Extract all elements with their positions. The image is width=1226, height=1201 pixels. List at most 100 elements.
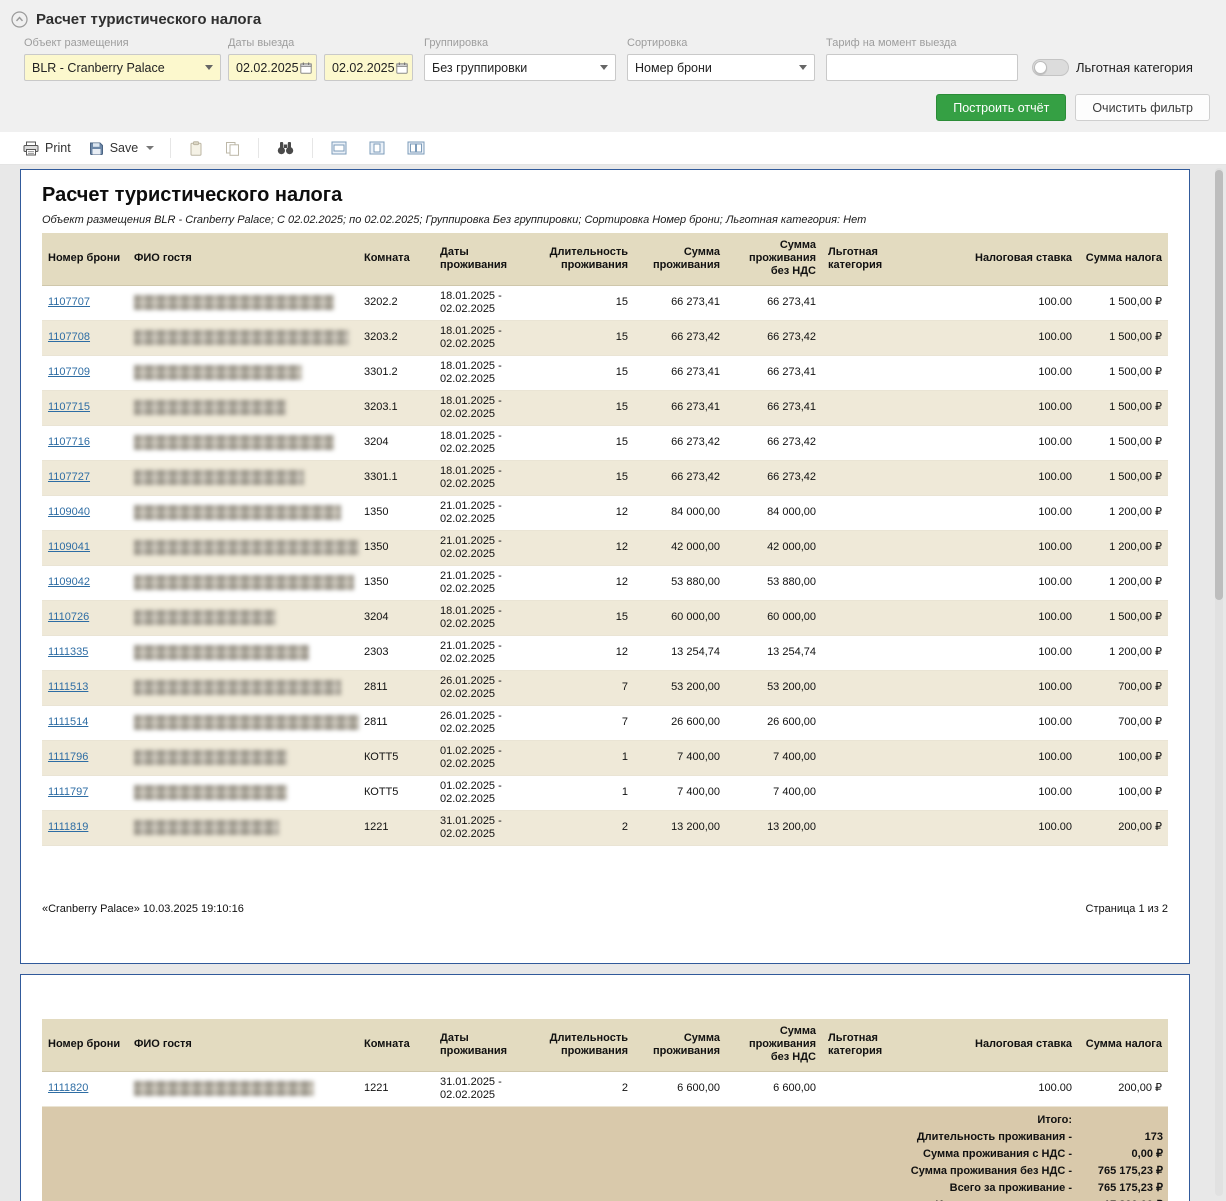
booking-link[interactable]: 1107715 bbox=[48, 401, 90, 413]
date-from-value: 02.02.2025 bbox=[236, 61, 300, 75]
booking-link[interactable]: 1107707 bbox=[48, 296, 90, 308]
guest-cell bbox=[128, 495, 358, 530]
guest-cell bbox=[128, 810, 358, 845]
benefit-category-toggle[interactable] bbox=[1032, 59, 1069, 76]
dates-cell: 31.01.2025 -02.02.2025 bbox=[434, 1071, 530, 1106]
booking-cell: 1111514 bbox=[42, 705, 128, 740]
column-header: Комната bbox=[358, 1019, 434, 1071]
amount-cell: 66 273,41 bbox=[634, 355, 726, 390]
clear-filter-button[interactable]: Очистить фильтр bbox=[1075, 94, 1210, 121]
booking-link[interactable]: 1109040 bbox=[48, 506, 90, 518]
booking-link[interactable]: 1107727 bbox=[48, 471, 90, 483]
amount-novat-cell: 13 254,74 bbox=[726, 635, 822, 670]
rate-cell: 100.00 bbox=[936, 635, 1078, 670]
report-toolbar: Print Save bbox=[0, 132, 1226, 165]
build-report-button[interactable]: Построить отчёт bbox=[936, 94, 1066, 121]
amount-cell: 13 254,74 bbox=[634, 635, 726, 670]
column-header: Номер брони bbox=[42, 1019, 128, 1071]
dates-cell: 21.01.2025 -02.02.2025 bbox=[434, 530, 530, 565]
date-from-input[interactable]: 02.02.2025 bbox=[228, 54, 317, 81]
amount-cell: 53 200,00 bbox=[634, 670, 726, 705]
total-line: Сумма проживания без НДС - 765 175,23 ₽ bbox=[42, 1163, 1168, 1180]
room-cell: КОТТ5 bbox=[358, 775, 434, 810]
guest-cell bbox=[128, 565, 358, 600]
room-cell: 1350 bbox=[358, 495, 434, 530]
booking-link[interactable]: 1109041 bbox=[48, 541, 90, 553]
whole-page-view-button[interactable] bbox=[358, 137, 396, 159]
guest-name-redacted bbox=[134, 330, 349, 345]
vertical-scrollbar[interactable] bbox=[1215, 168, 1223, 1196]
column-header: Длительность проживания bbox=[530, 1019, 634, 1071]
find-button[interactable] bbox=[266, 137, 305, 159]
booking-link[interactable]: 1110726 bbox=[48, 611, 89, 623]
save-button[interactable]: Save bbox=[80, 137, 164, 160]
scrollbar-thumb[interactable] bbox=[1215, 170, 1223, 600]
two-pages-view-button[interactable] bbox=[396, 137, 436, 159]
room-cell: 3204 bbox=[358, 425, 434, 460]
category-cell bbox=[822, 565, 936, 600]
dates-cell: 21.01.2025 -02.02.2025 bbox=[434, 495, 530, 530]
collapse-panel-button[interactable] bbox=[10, 10, 28, 28]
column-header: ФИО гостя bbox=[128, 233, 358, 285]
dates-cell: 01.02.2025 -02.02.2025 bbox=[434, 775, 530, 810]
column-header: Сумма налога bbox=[1078, 1019, 1168, 1071]
amount-cell: 66 273,41 bbox=[634, 285, 726, 320]
column-header: Даты проживания bbox=[434, 1019, 530, 1071]
nights-cell: 1 bbox=[530, 775, 634, 810]
amount-novat-cell: 13 200,00 bbox=[726, 810, 822, 845]
booking-cell: 1111335 bbox=[42, 635, 128, 670]
room-cell: 2811 bbox=[358, 670, 434, 705]
category-cell bbox=[822, 600, 936, 635]
tax-cell: 1 500,00 ₽ bbox=[1078, 320, 1168, 355]
booking-cell: 1109041 bbox=[42, 530, 128, 565]
amount-cell: 7 400,00 bbox=[634, 775, 726, 810]
booking-link[interactable]: 1111513 bbox=[48, 681, 88, 693]
page-width-view-button[interactable] bbox=[320, 137, 358, 159]
object-select[interactable]: BLR - Cranberry Palace bbox=[24, 54, 221, 81]
amount-novat-cell: 66 273,42 bbox=[726, 320, 822, 355]
nights-cell: 15 bbox=[530, 320, 634, 355]
guest-name-redacted bbox=[134, 820, 279, 835]
guest-name-redacted bbox=[134, 575, 354, 590]
column-header: Комната bbox=[358, 233, 434, 285]
booking-link[interactable]: 1107716 bbox=[48, 436, 90, 448]
category-cell bbox=[822, 810, 936, 845]
copy-button[interactable] bbox=[214, 137, 251, 160]
calendar-icon bbox=[300, 62, 312, 74]
guest-name-redacted bbox=[134, 295, 334, 310]
grouping-select[interactable]: Без группировки bbox=[424, 54, 616, 81]
date-to-input[interactable]: 02.02.2025 bbox=[324, 54, 413, 81]
booking-link[interactable]: 1107708 bbox=[48, 331, 90, 343]
booking-link[interactable]: 1111514 bbox=[48, 716, 88, 728]
circle-up-arrow-icon bbox=[11, 11, 28, 28]
amount-cell: 66 273,42 bbox=[634, 460, 726, 495]
paste-button[interactable] bbox=[178, 137, 214, 160]
report-page-footer: «Cranberry Palace» 10.03.2025 19:10:16 С… bbox=[42, 903, 1168, 915]
category-cell bbox=[822, 705, 936, 740]
booking-link[interactable]: 1111797 bbox=[48, 786, 88, 798]
booking-link[interactable]: 1111335 bbox=[48, 646, 88, 658]
print-button[interactable]: Print bbox=[14, 137, 80, 160]
booking-link[interactable]: 1111796 bbox=[48, 751, 88, 763]
tax-cell: 1 500,00 ₽ bbox=[1078, 425, 1168, 460]
table-header-row: Номер брониФИО гостяКомнатаДаты проживан… bbox=[42, 233, 1168, 285]
booking-cell: 1107715 bbox=[42, 390, 128, 425]
guest-name-redacted bbox=[134, 715, 359, 730]
column-header: Налоговая ставка bbox=[936, 1019, 1078, 1071]
tariff-input[interactable] bbox=[826, 54, 1018, 81]
booking-link[interactable]: 1107709 bbox=[48, 366, 90, 378]
booking-link[interactable]: 1109042 bbox=[48, 576, 90, 588]
amount-novat-cell: 60 000,00 bbox=[726, 600, 822, 635]
calendar-icon bbox=[396, 62, 408, 74]
booking-link[interactable]: 1111819 bbox=[48, 821, 88, 833]
total-line: Сумма проживания с НДС - 0,00 ₽ bbox=[42, 1146, 1168, 1163]
sorting-select[interactable]: Номер брони bbox=[627, 54, 815, 81]
dates-cell: 18.01.2025 -02.02.2025 bbox=[434, 390, 530, 425]
booking-link[interactable]: 1111820 bbox=[48, 1082, 88, 1094]
dates-cell: 18.01.2025 -02.02.2025 bbox=[434, 355, 530, 390]
amount-novat-cell: 7 400,00 bbox=[726, 775, 822, 810]
booking-cell: 1109042 bbox=[42, 565, 128, 600]
guest-name-redacted bbox=[134, 645, 309, 660]
total-line: Всего за проживание - 765 175,23 ₽ bbox=[42, 1180, 1168, 1197]
amount-cell: 6 600,00 bbox=[634, 1071, 726, 1106]
